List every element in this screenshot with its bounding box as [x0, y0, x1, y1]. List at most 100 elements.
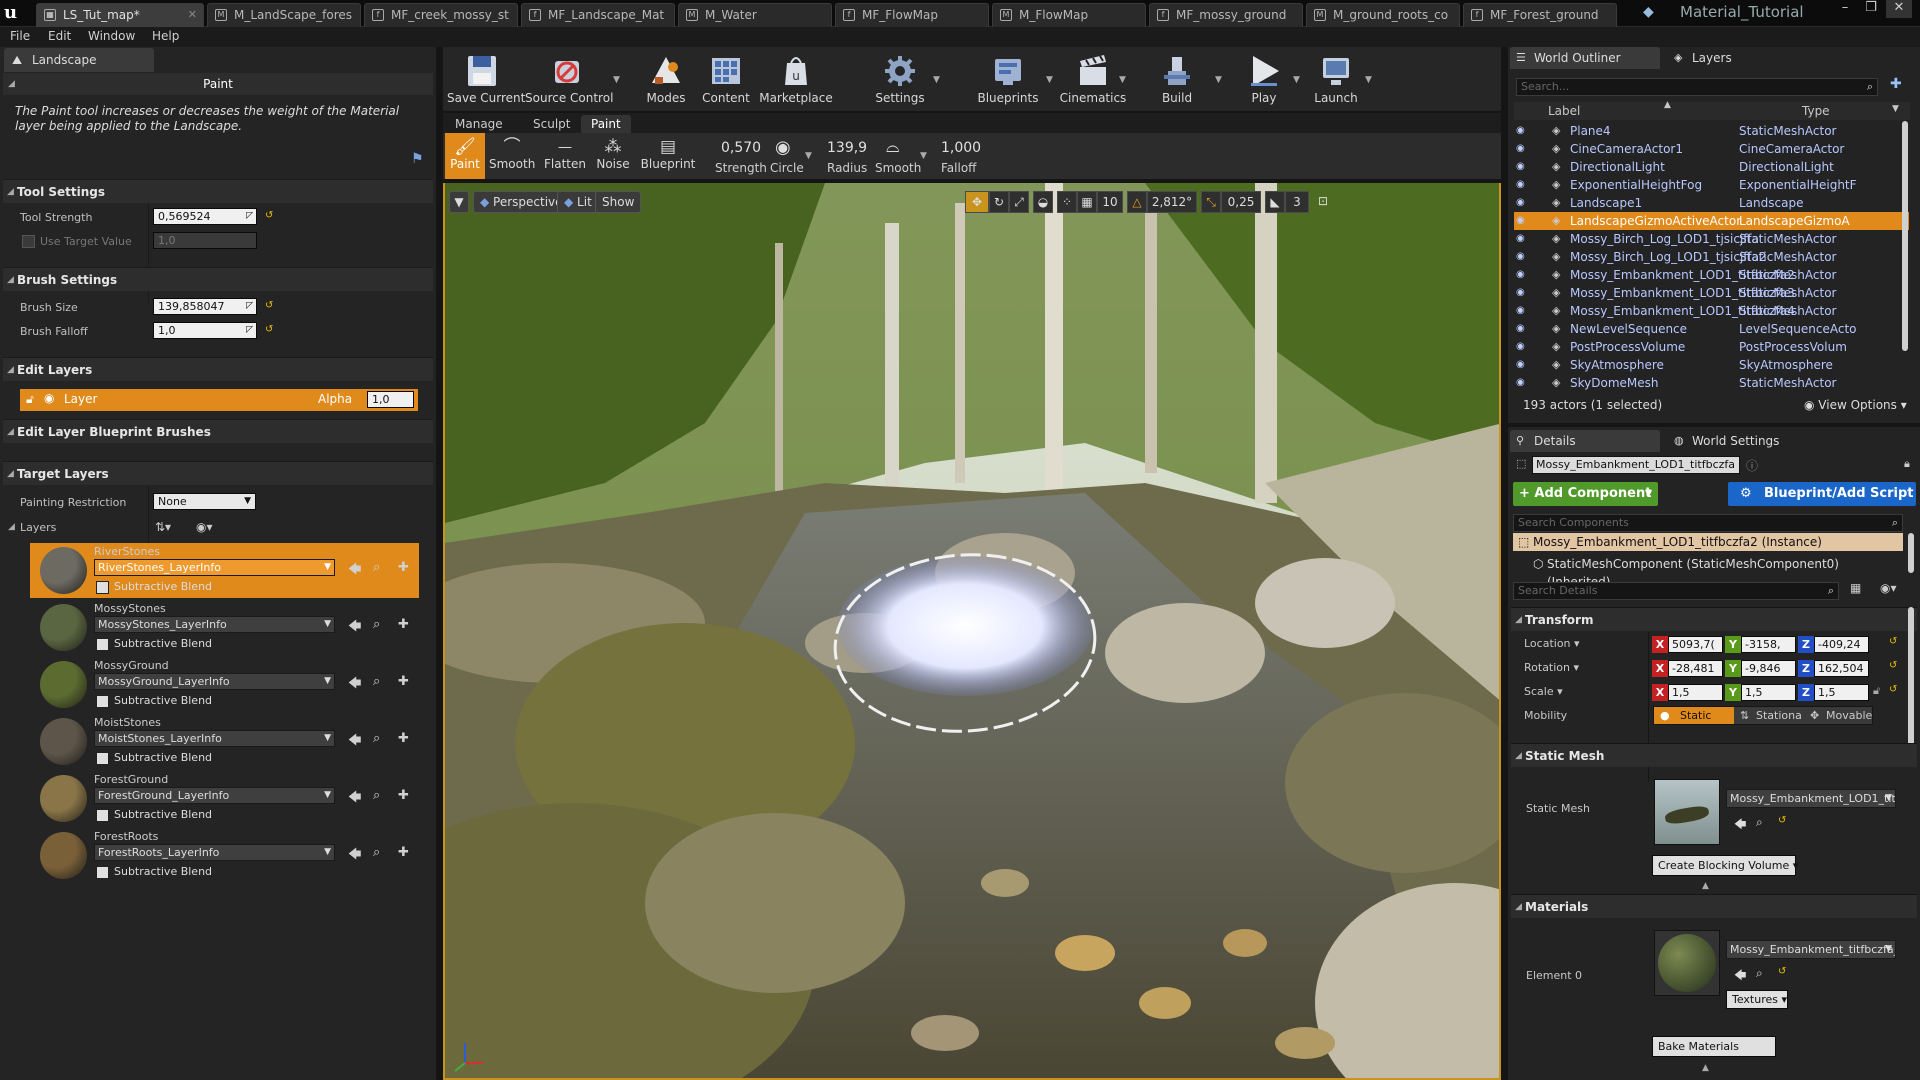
visibility-eye-icon[interactable]: ◉ [1516, 248, 1525, 266]
viewport-scene[interactable] [445, 183, 1501, 1080]
marketplace-button[interactable]: u Marketplace [756, 47, 836, 111]
chevron-down-icon[interactable]: ▼ [1293, 75, 1300, 85]
browse-icon[interactable]: ⌕ [373, 788, 380, 803]
scale-z-field[interactable]: 1,5 [1814, 684, 1869, 701]
use-target-checkbox[interactable] [22, 235, 35, 248]
reset-icon[interactable]: ↺ [265, 210, 273, 221]
subtractive-blend-checkbox[interactable] [96, 695, 109, 708]
chevron-down-icon[interactable]: ▼ [933, 75, 940, 85]
scale-x-field[interactable]: 1,5 [1668, 684, 1723, 701]
create-blocking-volume-button[interactable]: Create Blocking Volume ▾ [1652, 855, 1798, 876]
landscape-tab[interactable]: ⛰ Landscape [4, 48, 154, 72]
settings-button[interactable]: Settings [871, 47, 929, 111]
components-scrollbar[interactable] [1908, 533, 1914, 573]
menu-file[interactable]: File [10, 29, 30, 43]
doc-tab-9[interactable]: f MF_Forest_ground [1463, 3, 1617, 27]
outliner-row[interactable]: ◉ ◈ PostProcessVolume PostProcessVolum [1514, 338, 1909, 356]
textures-button[interactable]: Textures ▾ [1726, 990, 1788, 1009]
save-current-button[interactable]: Save Current [447, 47, 525, 111]
play-button[interactable]: Play [1239, 47, 1289, 111]
layer-info-select[interactable]: RiverStones_LayerInfo ▼ [94, 559, 335, 576]
grid-snap-value[interactable]: 10 [1097, 191, 1123, 213]
grid-snap-toggle[interactable]: ▦ [1077, 191, 1097, 213]
location-x-field[interactable]: 5093,7( [1668, 636, 1723, 653]
add-icon[interactable]: ✚ [398, 674, 409, 689]
rotate-mode-button[interactable]: ↻ [989, 191, 1009, 213]
unreal-logo-icon[interactable]: u [4, 2, 26, 24]
visibility-icon[interactable]: ◉▾ [196, 520, 213, 534]
use-selected-icon[interactable]: 🡄 [348, 788, 361, 810]
browse-icon[interactable]: ⌕ [373, 845, 380, 860]
tab-paint[interactable]: Paint [581, 115, 631, 133]
visibility-eye-icon[interactable]: ◉ [1516, 320, 1525, 338]
chevron-down-icon[interactable]: ▼ [1119, 75, 1126, 85]
lock-scale-icon[interactable]: 🔓︎ [1873, 684, 1880, 698]
transform-header[interactable]: ◢ Transform [1511, 607, 1917, 631]
mobility-stationary-button[interactable]: ⇅ Stationa [1734, 707, 1804, 724]
outliner-row[interactable]: ◉ ◈ SkyDomeMesh StaticMeshActor [1514, 374, 1909, 392]
doc-tab-6[interactable]: M M_FlowMap [992, 3, 1146, 27]
visibility-eye-icon[interactable]: ◉ [1516, 284, 1525, 302]
doc-tab-7[interactable]: f MF_mossy_ground [1149, 3, 1303, 27]
perspective-button[interactable]: ◆ Perspective [473, 191, 570, 213]
circle-brush-icon[interactable]: ◉ [775, 137, 791, 158]
add-icon[interactable]: ✚ [398, 560, 409, 575]
outliner-row[interactable]: ◉ ◈ Mossy_Embankment_LOD1_titfbczfa3 Static… [1514, 284, 1909, 302]
reset-location-icon[interactable]: ↺ [1889, 636, 1897, 647]
help-flag-icon[interactable]: ⚑ [411, 151, 424, 167]
rotation-snap-value[interactable]: 2,812° [1147, 191, 1197, 213]
tab-manage[interactable]: Manage [445, 115, 513, 133]
outliner-row[interactable]: ◉ ◈ Mossy_Embankment_LOD1_titfbczfa4 Static… [1514, 302, 1909, 320]
visibility-eye-icon[interactable]: ◉ [1516, 212, 1525, 230]
reset-scale-icon[interactable]: ↺ [1889, 684, 1897, 695]
mobility-movable-button[interactable]: ✥ Movable [1804, 707, 1874, 724]
subtractive-blend-checkbox[interactable] [96, 866, 109, 879]
help-icon[interactable]: ⓘ [1746, 457, 1758, 474]
doc-tab-0[interactable]: ▦ LS_Tut_map* ✕ [36, 3, 204, 27]
chevron-down-icon[interactable]: ▼ [1215, 75, 1222, 85]
add-filter-icon[interactable]: ✚ [1890, 76, 1902, 92]
use-selected-icon[interactable]: 🡄 [348, 731, 361, 753]
camera-speed-toggle[interactable]: ◣ [1265, 191, 1285, 213]
static-mesh-component-row[interactable]: ⬡ StaticMeshComponent (StaticMeshComponen… [1513, 555, 1903, 589]
outliner-row[interactable]: ◉ ◈ ExponentialHeightFog ExponentialHeightF [1514, 176, 1909, 194]
translate-mode-button[interactable]: ✥ [965, 191, 989, 213]
maximize-icon[interactable]: ❐ [1858, 0, 1884, 18]
bake-materials-button[interactable]: Bake Materials [1652, 1036, 1776, 1057]
actor-name-field[interactable]: Mossy_Embankment_LOD1_titfbczfa [1532, 456, 1740, 474]
target-layers-header[interactable]: ◢ Target Layers [3, 461, 433, 485]
scale-mode-button[interactable]: ⤢ [1009, 191, 1029, 213]
reset-rotation-icon[interactable]: ↺ [1889, 660, 1897, 671]
blueprint-add-script-button[interactable]: ⚙ Blueprint/Add Script [1728, 482, 1916, 506]
reset-icon[interactable]: ↺ [1778, 815, 1786, 826]
layer-row-moiststones[interactable]: MoistStones MoistStones_LayerInfo ▼ 🡄 ⌕ ✚ Subt… [30, 714, 419, 769]
close-window-icon[interactable]: ✕ [1886, 0, 1912, 18]
layer-row-mossyground[interactable]: MossyGround MossyGround_LayerInfo ▼ 🡄 ⌕ ✚ Subt… [30, 657, 419, 712]
outliner-row[interactable]: ◉ ◈ DirectionalLight DirectionalLight [1514, 158, 1909, 176]
edit-layers-header[interactable]: ◢ Edit Layers [3, 357, 433, 381]
panel-splitter[interactable] [1508, 423, 1920, 427]
viewport-options-button[interactable]: ▼ [449, 191, 469, 213]
alpha-field[interactable]: 1,0 [367, 391, 414, 408]
scale-label[interactable]: Scale ▾ [1524, 685, 1563, 698]
visibility-eye-icon[interactable]: ◉ [1516, 140, 1525, 158]
add-icon[interactable]: ✚ [398, 845, 409, 860]
add-component-button[interactable]: + Add Component ▼ [1513, 482, 1658, 506]
tab-world-outliner[interactable]: ☰ World Outliner [1510, 47, 1660, 69]
outliner-row[interactable]: ◉ ◈ CineCameraActor1 CineCameraActor [1514, 140, 1909, 158]
static-mesh-thumbnail[interactable] [1654, 779, 1720, 845]
menu-help[interactable]: Help [152, 29, 179, 43]
falloff-value[interactable]: 1,000 [941, 140, 981, 156]
bp-brushes-header[interactable]: ◢ Edit Layer Blueprint Brushes [3, 419, 433, 443]
outliner-row[interactable]: ◉ ◈ Mossy_Embankment_LOD1_titfbczfa2 Static… [1514, 266, 1909, 284]
launch-button[interactable]: Launch [1311, 47, 1361, 111]
rotation-x-field[interactable]: -28,481 [1668, 660, 1723, 677]
doc-tab-2[interactable]: f MF_creek_mossy_st [364, 3, 518, 27]
subtractive-blend-checkbox[interactable] [96, 638, 109, 651]
lock-icon[interactable]: 🔓︎ [26, 392, 34, 407]
view-mode-button[interactable]: ◆ Lit [557, 191, 599, 213]
view-options-button[interactable]: ◉ View Options ▾ [1804, 398, 1907, 412]
chevron-down-icon[interactable]: ▼ [920, 151, 927, 161]
layer-info-select[interactable]: ForestGround_LayerInfo ▼ [94, 787, 335, 804]
visibility-eye-icon[interactable]: ◉ [1516, 230, 1525, 248]
